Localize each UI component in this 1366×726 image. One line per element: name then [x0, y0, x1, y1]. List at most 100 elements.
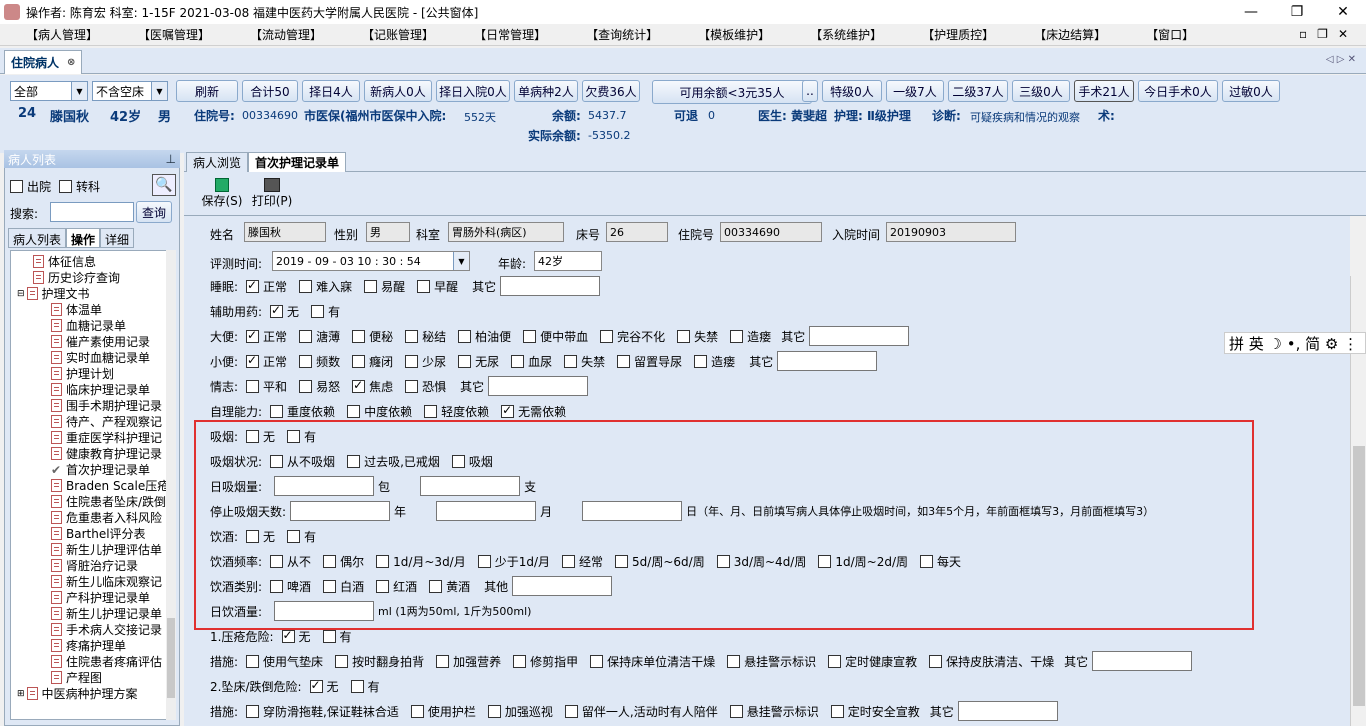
tree-item[interactable]: 产科护理记录单 — [51, 589, 150, 606]
tree-item[interactable]: 历史诊疗查询 — [33, 269, 120, 286]
tree-item[interactable]: 新生儿护理评估单 — [51, 541, 162, 558]
checkbox[interactable] — [600, 329, 614, 343]
tree-item[interactable]: 临床护理记录单 — [51, 381, 150, 398]
tree-folder[interactable]: ⊟ 护理文书 — [17, 285, 90, 302]
tree-item[interactable]: 待产、产程观察记 — [51, 413, 162, 430]
checkbox[interactable] — [335, 654, 349, 668]
sex-field[interactable]: 男 — [366, 222, 410, 242]
checkbox[interactable] — [299, 379, 313, 393]
checkbox[interactable] — [309, 678, 323, 693]
search-button[interactable]: 查询 — [136, 201, 172, 223]
checkbox[interactable] — [458, 354, 472, 368]
dept-field[interactable]: 胃肠外科(病区) — [448, 222, 564, 242]
tree-item[interactable]: 危重患者入科风险 — [51, 509, 162, 526]
checkbox[interactable] — [246, 379, 260, 393]
checkbox[interactable] — [270, 303, 284, 318]
tree-item[interactable]: Barthel评分表 — [51, 525, 146, 542]
checkbox[interactable] — [487, 704, 501, 718]
tree-item[interactable]: 健康教育护理记录 — [51, 445, 162, 462]
checkbox[interactable] — [352, 329, 366, 343]
text-input[interactable] — [1092, 651, 1193, 671]
checkbox[interactable] — [417, 279, 431, 293]
tab-inpatient[interactable]: 住院病人 ⊗ — [4, 50, 83, 74]
checkbox[interactable] — [590, 654, 604, 668]
checkbox[interactable] — [929, 654, 943, 668]
checkbox[interactable] — [246, 328, 260, 343]
checkbox[interactable] — [511, 354, 525, 368]
menu-template[interactable]: 【模板维护】 — [698, 26, 770, 43]
total-button[interactable]: 合计50 — [242, 80, 298, 102]
search-icon[interactable]: 🔍 — [152, 174, 176, 196]
bed-select[interactable]: 不含空床 ▼ — [92, 81, 168, 101]
tree-item[interactable]: 新生儿护理记录单 — [51, 605, 162, 622]
today-surgery-button[interactable]: 今日手术0人 — [1138, 80, 1218, 102]
tree-item[interactable]: 重症医学科护理记 — [51, 429, 162, 446]
chevron-down-icon[interactable]: ▼ — [453, 252, 469, 270]
tree-item[interactable]: 体征信息 — [33, 253, 96, 270]
expand-icon[interactable]: ⊞ — [17, 689, 25, 699]
transfer-checkbox[interactable] — [59, 180, 73, 193]
tree-scrollbar[interactable] — [166, 250, 176, 720]
checkbox[interactable] — [617, 354, 631, 368]
surgery-button[interactable]: 手术21人 — [1074, 80, 1134, 102]
tab-operations[interactable]: 操作 — [66, 228, 101, 248]
search-input[interactable] — [50, 202, 134, 222]
ward-select[interactable]: 全部 ▼ — [10, 81, 88, 101]
close-tab-icon[interactable]: ⊗ — [67, 57, 75, 68]
menu-daily[interactable]: 【日常管理】 — [474, 26, 546, 43]
menu-system[interactable]: 【系统维护】 — [810, 26, 882, 43]
tree-item[interactable]: 手术病人交接记录 — [51, 621, 162, 638]
bed-field[interactable]: 26 — [606, 222, 668, 242]
checkbox[interactable] — [246, 704, 260, 718]
special-grade-button[interactable]: 特级0人 — [822, 80, 882, 102]
more-button[interactable]: .. — [802, 80, 818, 102]
checkbox[interactable] — [523, 329, 537, 343]
tree-item[interactable]: 产程图 — [51, 669, 102, 686]
new-patient-button[interactable]: 新病人0人 — [364, 80, 432, 102]
tab-patient-browse[interactable]: 病人浏览 — [186, 152, 249, 172]
minimize-icon[interactable]: — — [1228, 0, 1274, 24]
tree-item[interactable]: 新生儿临床观察记 — [51, 573, 162, 590]
pin-icon[interactable]: ⊥ — [166, 152, 176, 166]
checkbox[interactable] — [564, 704, 578, 718]
tree-item[interactable]: 住院患者疼痛评估 — [51, 653, 162, 670]
collapse-icon[interactable]: ⊟ — [17, 289, 25, 299]
checkbox[interactable] — [458, 329, 472, 343]
name-field[interactable]: 滕国秋 — [244, 222, 326, 242]
checkbox[interactable] — [501, 403, 515, 418]
tree-item[interactable]: 催产素使用记录 — [51, 333, 150, 350]
refresh-button[interactable]: 刷新 — [176, 80, 238, 102]
checkbox[interactable] — [730, 329, 744, 343]
restore-icon[interactable]: ❐ — [1274, 0, 1320, 24]
close-icon[interactable]: ✕ — [1320, 0, 1366, 24]
checkbox[interactable] — [830, 704, 844, 718]
tab-first-nursing-record[interactable]: 首次护理记录单 — [248, 152, 347, 172]
checkbox[interactable] — [299, 279, 313, 293]
menu-flow[interactable]: 【流动管理】 — [250, 26, 322, 43]
checkbox[interactable] — [513, 654, 527, 668]
tab-patient-list[interactable]: 病人列表 — [8, 228, 67, 248]
tree-folder[interactable]: ⊞ 中医病种护理方案 — [17, 685, 138, 702]
save-button[interactable]: 保存(S) — [200, 178, 244, 209]
single-disease-button[interactable]: 单病种2人 — [514, 80, 578, 102]
menu-nursing-qc[interactable]: 【护理质控】 — [922, 26, 994, 43]
tab-details[interactable]: 详细 — [100, 228, 135, 248]
checkbox[interactable] — [364, 279, 378, 293]
checkbox[interactable] — [322, 629, 336, 643]
age-field[interactable]: 42岁 — [534, 251, 602, 271]
checkbox[interactable] — [246, 278, 260, 293]
tree-item[interactable]: 围手术期护理记录 — [51, 397, 162, 414]
checkbox[interactable] — [352, 378, 366, 393]
menu-billing[interactable]: 【记账管理】 — [362, 26, 434, 43]
menu-query[interactable]: 【查询统计】 — [586, 26, 658, 43]
admission-field[interactable]: 20190903 — [886, 222, 1016, 242]
select-day-button[interactable]: 择日4人 — [302, 80, 360, 102]
ime-toolbar[interactable]: 拼 英 ☽ •, 简 ⚙ ⋮ — [1224, 332, 1366, 354]
arrears-button[interactable]: 欠费36人 — [582, 80, 640, 102]
tree-item[interactable]: 实时血糖记录单 — [51, 349, 150, 366]
checkbox[interactable] — [727, 654, 741, 668]
checkbox[interactable] — [564, 354, 578, 368]
checkbox[interactable] — [405, 329, 419, 343]
menu-orders[interactable]: 【医嘱管理】 — [138, 26, 210, 43]
tree-item[interactable]: 住院患者坠床/跌倒 — [51, 493, 166, 510]
